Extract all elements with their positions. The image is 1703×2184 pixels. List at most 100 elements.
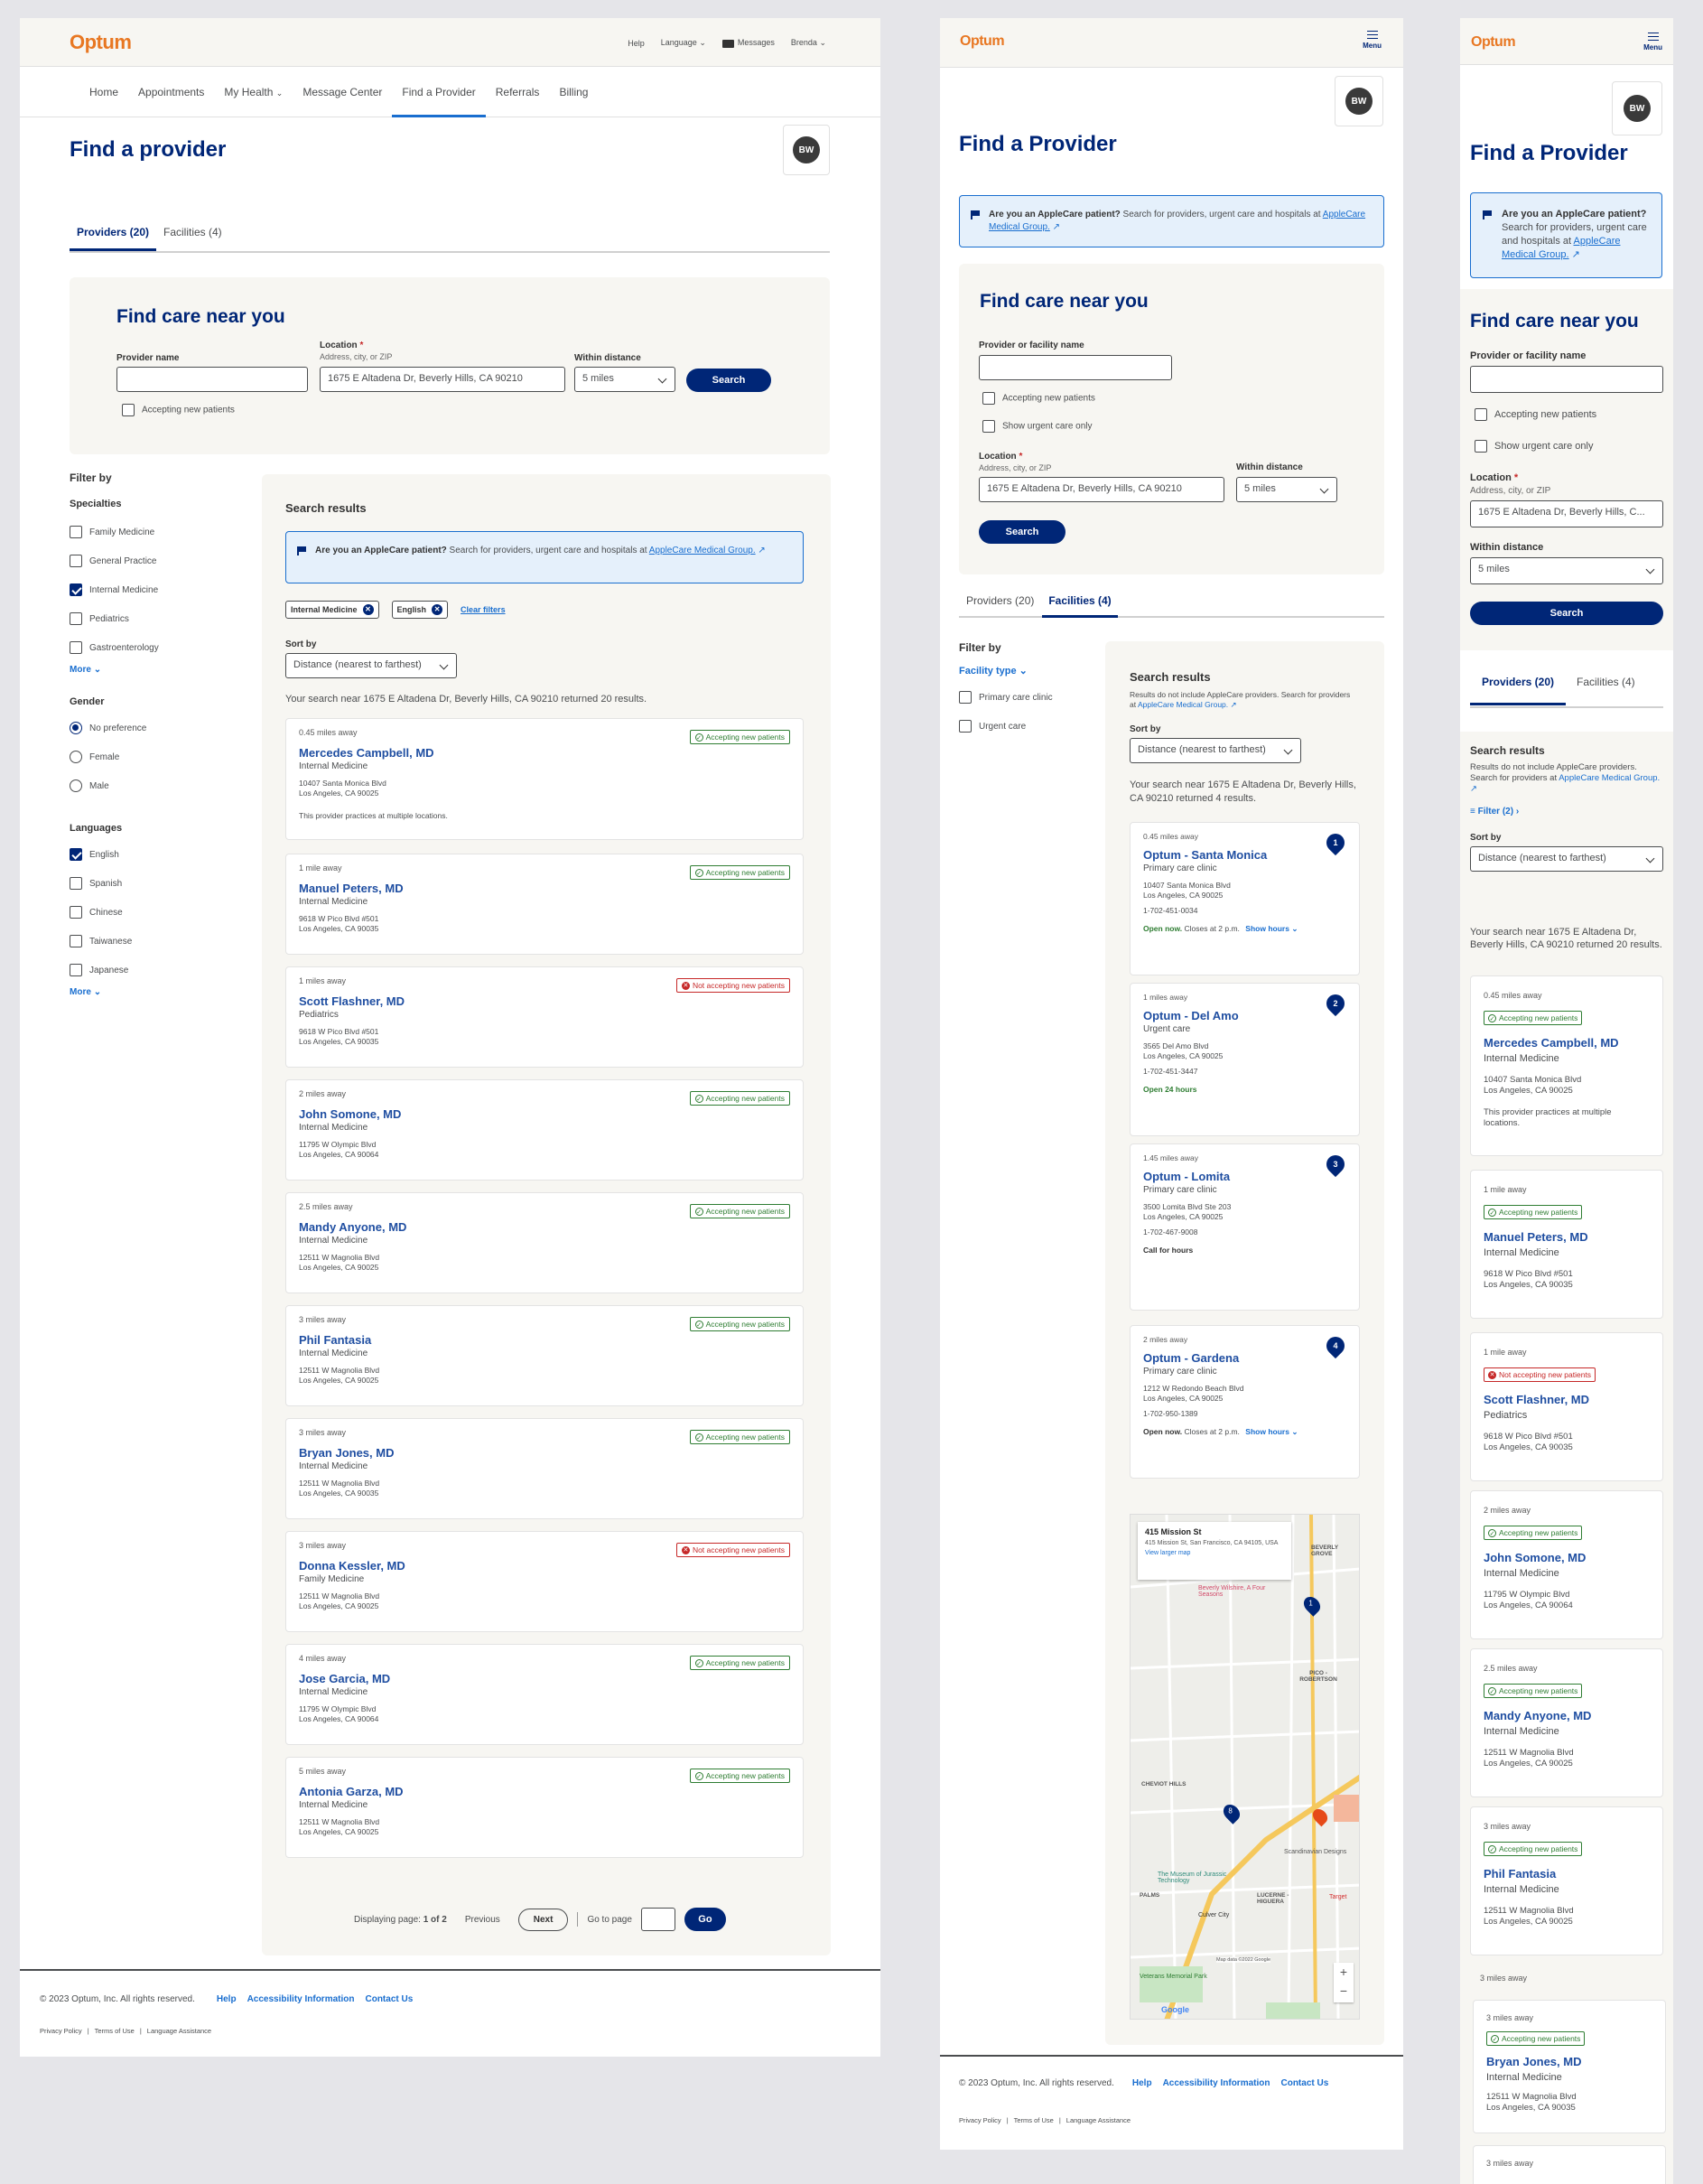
specialty-gastroenterology[interactable]: Gastroenterology bbox=[70, 634, 250, 663]
facility-type-toggle[interactable]: Facility type ⌄ bbox=[959, 665, 1053, 677]
location-input[interactable]: 1675 E Altadena Dr, Beverly Hills, C... bbox=[1470, 500, 1663, 527]
provider-name-link[interactable]: Jose Garcia, MD bbox=[299, 1672, 790, 1685]
tab-providers[interactable]: Providers (20) bbox=[70, 226, 156, 251]
accepting-checkbox[interactable]: Accepting new patients bbox=[982, 392, 1095, 405]
location-input[interactable]: 1675 E Altadena Dr, Beverly Hills, CA 90… bbox=[320, 367, 565, 392]
provider-name-link[interactable]: Manuel Peters, MD bbox=[1484, 1230, 1650, 1244]
footer-contact-link[interactable]: Contact Us bbox=[365, 1994, 413, 2004]
specialty-family-medicine[interactable]: Family Medicine bbox=[70, 518, 250, 547]
language-assistance-link[interactable]: Language Assistance bbox=[1066, 2116, 1131, 2124]
distance-select[interactable]: 5 miles bbox=[574, 367, 675, 392]
avatar[interactable]: BW bbox=[1335, 76, 1383, 126]
facility-name-link[interactable]: Optum - Gardena bbox=[1143, 1351, 1346, 1365]
gender-no-preference[interactable]: No preference bbox=[70, 714, 250, 743]
map[interactable]: 415 Mission St 415 Mission St, San Franc… bbox=[1130, 1514, 1360, 2020]
search-button[interactable]: Search bbox=[686, 369, 771, 392]
view-larger-map-link[interactable]: View larger map bbox=[1145, 1550, 1284, 1556]
language-taiwanese[interactable]: Taiwanese bbox=[70, 928, 250, 957]
provider-name-link[interactable]: Donna Kessler, MD bbox=[299, 1559, 790, 1573]
specialty-internal-medicine[interactable]: Internal Medicine bbox=[70, 576, 250, 605]
accepting-checkbox[interactable]: Accepting new patients bbox=[1475, 408, 1596, 421]
facility-phone[interactable]: 1-702-950-1389 bbox=[1143, 1409, 1346, 1418]
applecare-link[interactable]: AppleCare Medical Group. bbox=[1559, 773, 1660, 783]
nav-message-center[interactable]: Message Center bbox=[293, 86, 392, 98]
optum-logo[interactable]: Optum bbox=[70, 31, 132, 54]
chip-internal-medicine[interactable]: Internal Medicine ✕ bbox=[285, 601, 379, 619]
avatar[interactable]: BW bbox=[1612, 81, 1662, 135]
tab-facilities[interactable]: Facilities (4) bbox=[1042, 594, 1118, 618]
provider-name-link[interactable]: Mercedes Campbell, MD bbox=[1484, 1036, 1650, 1050]
provider-name-link[interactable]: Manuel Peters, MD bbox=[299, 882, 790, 895]
nav-my-health[interactable]: My Health ⌄ bbox=[214, 86, 293, 98]
optum-logo[interactable]: Optum bbox=[1471, 34, 1516, 51]
avatar[interactable]: BW bbox=[783, 125, 830, 175]
gender-male[interactable]: Male bbox=[70, 772, 250, 801]
name-input[interactable] bbox=[979, 355, 1172, 380]
nav-billing[interactable]: Billing bbox=[549, 86, 598, 98]
provider-name-link[interactable]: Mercedes Campbell, MD bbox=[299, 746, 790, 760]
sort-select[interactable]: Distance (nearest to farthest) bbox=[1470, 846, 1663, 872]
terms-link[interactable]: Terms of Use bbox=[95, 2027, 135, 2035]
language-assistance-link[interactable]: Language Assistance bbox=[147, 2027, 211, 2035]
close-icon[interactable]: ✕ bbox=[362, 604, 374, 615]
close-icon[interactable]: ✕ bbox=[432, 604, 443, 615]
provider-name-link[interactable]: Scott Flashner, MD bbox=[1484, 1393, 1650, 1406]
optum-logo[interactable]: Optum bbox=[960, 33, 1005, 50]
nav-find-a-provider[interactable]: Find a Provider bbox=[392, 67, 486, 117]
language-menu[interactable]: Language ⌄ bbox=[661, 38, 706, 48]
facility-phone[interactable]: 1-702-451-0034 bbox=[1143, 906, 1346, 915]
language-chinese[interactable]: Chinese bbox=[70, 899, 250, 928]
facility-phone[interactable]: 1-702-451-3447 bbox=[1143, 1067, 1346, 1076]
facility-name-link[interactable]: Optum - Santa Monica bbox=[1143, 848, 1346, 862]
nav-home[interactable]: Home bbox=[79, 86, 128, 98]
footer-help-link[interactable]: Help bbox=[1132, 2078, 1152, 2088]
footer-accessibility-link[interactable]: Accessibility Information bbox=[247, 1994, 355, 2004]
menu-button[interactable]: Menu bbox=[1363, 31, 1382, 50]
nav-referrals[interactable]: Referrals bbox=[486, 86, 550, 98]
menu-button[interactable]: Menu bbox=[1643, 33, 1662, 51]
provider-name-link[interactable]: Scott Flashner, MD bbox=[299, 994, 790, 1008]
name-input[interactable] bbox=[1470, 366, 1663, 393]
tab-facilities[interactable]: Facilities (4) bbox=[163, 226, 222, 238]
next-button[interactable]: Next bbox=[517, 1908, 569, 1931]
chip-english[interactable]: English ✕ bbox=[391, 601, 449, 619]
search-button[interactable]: Search bbox=[1470, 602, 1663, 625]
specialty-pediatrics[interactable]: Pediatrics bbox=[70, 605, 250, 634]
provider-name-link[interactable]: Phil Fantasia bbox=[299, 1333, 790, 1347]
help-link[interactable]: Help bbox=[628, 39, 645, 48]
show-hours-link[interactable]: Show hours ⌄ bbox=[1245, 924, 1298, 933]
tab-providers[interactable]: Providers (20) bbox=[966, 594, 1034, 607]
facility-phone[interactable]: 1-702-467-9008 bbox=[1143, 1227, 1346, 1237]
previous-button[interactable]: Previous bbox=[456, 1915, 509, 1925]
specialties-more-link[interactable]: More ⌄ bbox=[70, 665, 250, 675]
provider-name-link[interactable]: John Somone, MD bbox=[1484, 1551, 1650, 1564]
sort-select[interactable]: Distance (nearest to farthest) bbox=[1130, 738, 1301, 763]
page-input[interactable] bbox=[640, 1908, 675, 1931]
language-japanese[interactable]: Japanese bbox=[70, 957, 250, 985]
filter-primary-care[interactable]: Primary care clinic bbox=[959, 684, 1053, 713]
provider-name-link[interactable]: Antonia Garza, MD bbox=[299, 1785, 790, 1798]
applecare-link[interactable]: AppleCare Medical Group. bbox=[649, 546, 756, 555]
specialty-general-practice[interactable]: General Practice bbox=[70, 547, 250, 576]
privacy-link[interactable]: Privacy Policy bbox=[959, 2116, 1001, 2124]
distance-select[interactable]: 5 miles bbox=[1470, 557, 1663, 584]
zoom-out-icon[interactable]: − bbox=[1334, 1982, 1354, 2001]
footer-accessibility-link[interactable]: Accessibility Information bbox=[1163, 2078, 1270, 2088]
user-menu[interactable]: Brenda ⌄ bbox=[791, 38, 826, 48]
urgent-checkbox[interactable]: Show urgent care only bbox=[982, 420, 1093, 433]
language-english[interactable]: English bbox=[70, 841, 250, 870]
tab-providers[interactable]: Providers (20) bbox=[1470, 676, 1566, 705]
language-spanish[interactable]: Spanish bbox=[70, 870, 250, 899]
show-hours-link[interactable]: Show hours ⌄ bbox=[1245, 1427, 1298, 1436]
languages-more-link[interactable]: More ⌄ bbox=[70, 987, 250, 997]
provider-name-link[interactable]: Mandy Anyone, MD bbox=[1484, 1709, 1650, 1722]
facility-name-link[interactable]: Optum - Del Amo bbox=[1143, 1009, 1346, 1022]
nav-appointments[interactable]: Appointments bbox=[128, 86, 214, 98]
filter-urgent-care[interactable]: Urgent care bbox=[959, 713, 1053, 742]
provider-name-link[interactable]: Phil Fantasia bbox=[1484, 1867, 1650, 1881]
messages-link[interactable]: Messages bbox=[721, 38, 775, 48]
location-input[interactable]: 1675 E Altadena Dr, Beverly Hills, CA 90… bbox=[979, 477, 1224, 502]
facility-name-link[interactable]: Optum - Lomita bbox=[1143, 1170, 1346, 1183]
clear-filters-link[interactable]: Clear filters bbox=[461, 605, 506, 614]
provider-name-link[interactable]: Bryan Jones, MD bbox=[1486, 2055, 1652, 2068]
